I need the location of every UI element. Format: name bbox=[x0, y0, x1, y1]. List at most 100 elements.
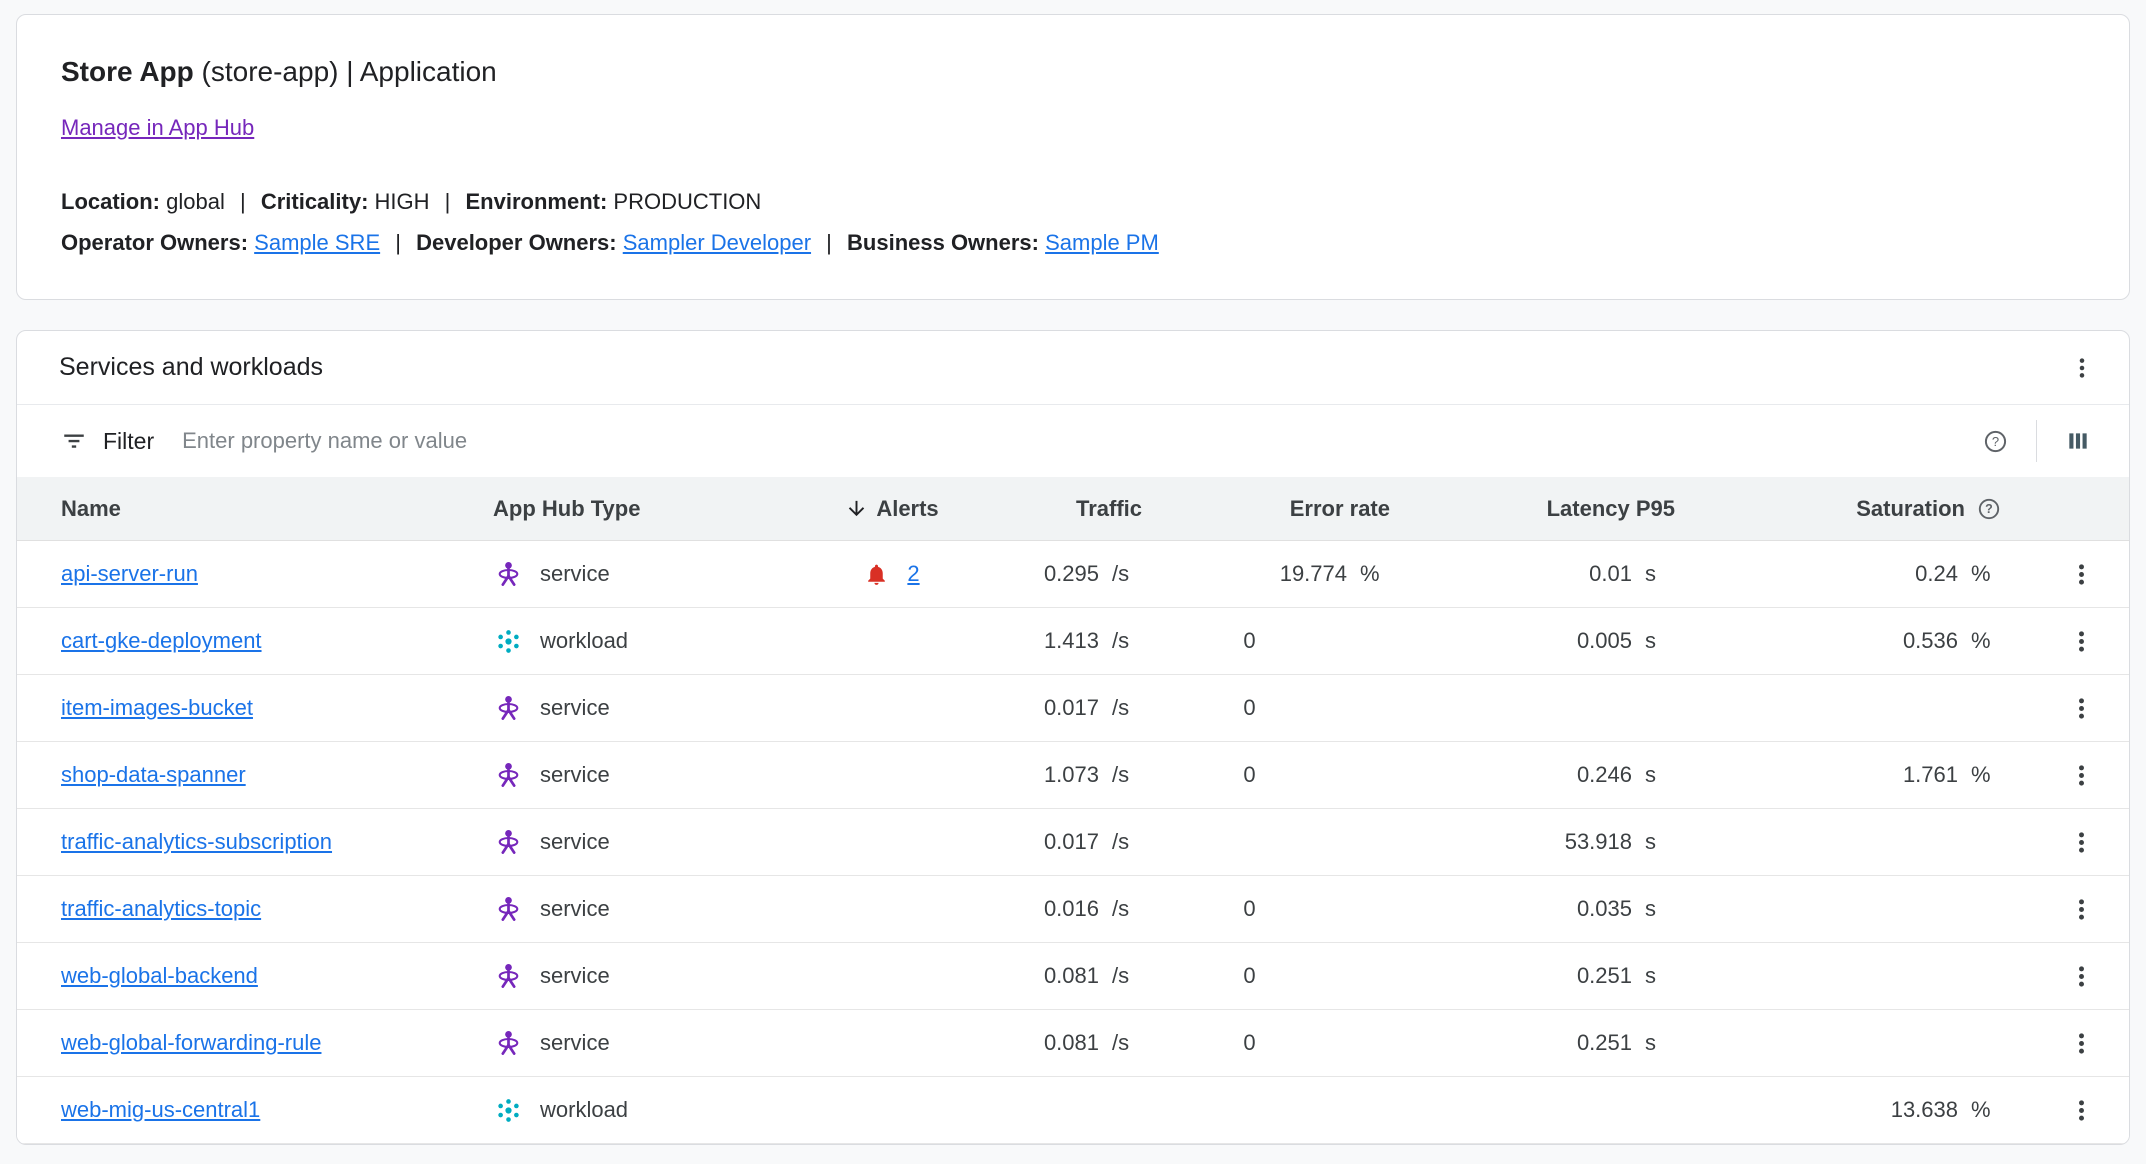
row-actions-cell bbox=[2011, 1010, 2129, 1076]
row-menu-button[interactable] bbox=[2064, 892, 2099, 927]
error-rate-cell: 0 bbox=[1152, 608, 1400, 674]
column-header-actions bbox=[2011, 477, 2129, 540]
service-icon bbox=[493, 894, 524, 925]
latency-p95-cell: 0.246s bbox=[1400, 742, 1685, 808]
column-display-options-button[interactable] bbox=[2061, 424, 2095, 458]
row-menu-button[interactable] bbox=[2064, 959, 2099, 994]
row-name-link[interactable]: web-global-backend bbox=[61, 963, 258, 989]
alerts-column-cell bbox=[807, 809, 977, 875]
saturation-cell: 13.638% bbox=[1685, 1077, 2011, 1143]
saturation-cell bbox=[1685, 876, 2011, 942]
row-name-link[interactable]: web-global-forwarding-rule bbox=[61, 1030, 321, 1056]
row-name-link[interactable]: web-mig-us-central1 bbox=[61, 1097, 260, 1123]
name-cell: item-images-bucket bbox=[17, 675, 457, 741]
latency-p95-cell: 0.251s bbox=[1400, 943, 1685, 1009]
column-header-latency-p95[interactable]: Latency P95 bbox=[1400, 477, 1685, 540]
alerts-column-cell bbox=[807, 876, 977, 942]
manage-in-app-hub-link[interactable]: Manage in App Hub bbox=[61, 115, 254, 141]
filter-help-button[interactable]: ? bbox=[1979, 425, 2012, 458]
workload-icon bbox=[493, 626, 524, 657]
panel-menu-button[interactable] bbox=[2065, 351, 2099, 385]
workload-icon bbox=[493, 1095, 524, 1126]
row-name-link[interactable]: shop-data-spanner bbox=[61, 762, 246, 788]
traffic-cell: 0.017/s bbox=[977, 809, 1152, 875]
column-header-app-hub-type[interactable]: App Hub Type bbox=[457, 477, 807, 540]
more-vertical-icon bbox=[2068, 561, 2095, 588]
more-vertical-icon bbox=[2068, 762, 2095, 789]
traffic-cell: 0.017/s bbox=[977, 675, 1152, 741]
row-name-link[interactable]: api-server-run bbox=[61, 561, 198, 587]
operator-owners-label: Operator Owners: bbox=[61, 230, 248, 255]
column-header-error-rate[interactable]: Error rate bbox=[1152, 477, 1400, 540]
column-header-alerts[interactable]: Alerts bbox=[807, 477, 977, 540]
alert-count-link[interactable]: 2 bbox=[907, 561, 919, 587]
name-cell: shop-data-spanner bbox=[17, 742, 457, 808]
row-actions-cell bbox=[2011, 541, 2129, 607]
error-rate-cell: 0 bbox=[1152, 742, 1400, 808]
panel-title: Services and workloads bbox=[59, 353, 323, 382]
error-rate-cell: 0 bbox=[1152, 675, 1400, 741]
page: Store App (store-app) | Application Mana… bbox=[0, 0, 2146, 1159]
filter-input[interactable] bbox=[182, 428, 1979, 454]
table-body: api-server-run bbox=[17, 541, 2129, 1144]
row-menu-button[interactable] bbox=[2064, 758, 2099, 793]
row-menu-button[interactable] bbox=[2064, 691, 2099, 726]
more-vertical-icon bbox=[2068, 963, 2095, 990]
row-menu-button[interactable] bbox=[2064, 825, 2099, 860]
alerts-column-cell bbox=[807, 1077, 977, 1143]
filter-icon bbox=[61, 428, 87, 454]
traffic-cell: 1.413/s bbox=[977, 608, 1152, 674]
table-row: web-mig-us-central1 bbox=[17, 1077, 2129, 1144]
app-hub-type-cell: service bbox=[457, 675, 807, 741]
traffic-cell: 0.081/s bbox=[977, 1010, 1152, 1076]
app-hub-type-label: service bbox=[540, 561, 610, 587]
more-vertical-icon bbox=[2068, 1030, 2095, 1057]
business-owners-label: Business Owners: bbox=[847, 230, 1039, 255]
row-menu-button[interactable] bbox=[2064, 1093, 2099, 1128]
traffic-cell: 0.295/s bbox=[977, 541, 1152, 607]
more-vertical-icon bbox=[2068, 829, 2095, 856]
traffic-cell: 0.016/s bbox=[977, 876, 1152, 942]
operator-owner-link[interactable]: Sample SRE bbox=[254, 230, 380, 255]
row-name-link[interactable]: item-images-bucket bbox=[61, 695, 253, 721]
developer-owners-label: Developer Owners: bbox=[416, 230, 617, 255]
row-name-link[interactable]: cart-gke-deployment bbox=[61, 628, 262, 654]
help-icon: ? bbox=[1983, 429, 2008, 454]
row-menu-button[interactable] bbox=[2064, 624, 2099, 659]
filter-label[interactable]: Filter bbox=[103, 428, 154, 455]
row-actions-cell bbox=[2011, 608, 2129, 674]
location-label: Location: bbox=[61, 189, 160, 214]
saturation-cell: 0.536% bbox=[1685, 608, 2011, 674]
help-icon[interactable]: ? bbox=[1977, 497, 2001, 521]
business-owner-link[interactable]: Sample PM bbox=[1045, 230, 1159, 255]
name-cell: web-mig-us-central1 bbox=[17, 1077, 457, 1143]
alerts-column-cell bbox=[807, 1010, 977, 1076]
app-owners-line: Operator Owners: Sample SRE | Developer … bbox=[61, 222, 2085, 263]
name-cell: web-global-forwarding-rule bbox=[17, 1010, 457, 1076]
table-row: cart-gke-deployment bbox=[17, 608, 2129, 675]
more-vertical-icon bbox=[2068, 896, 2095, 923]
table-row: traffic-analytics-topic bbox=[17, 876, 2129, 943]
latency-p95-cell: 0.005s bbox=[1400, 608, 1685, 674]
column-header-saturation[interactable]: Saturation ? bbox=[1685, 477, 2011, 540]
name-cell: traffic-analytics-subscription bbox=[17, 809, 457, 875]
alerts-column-cell bbox=[807, 742, 977, 808]
traffic-cell: 0.081/s bbox=[977, 943, 1152, 1009]
service-icon bbox=[493, 1028, 524, 1059]
saturation-cell bbox=[1685, 943, 2011, 1009]
separator: | bbox=[240, 189, 246, 214]
more-vertical-icon bbox=[2068, 1097, 2095, 1124]
row-name-link[interactable]: traffic-analytics-topic bbox=[61, 896, 261, 922]
app-hub-type-label: workload bbox=[540, 628, 628, 654]
row-actions-cell bbox=[2011, 876, 2129, 942]
row-actions-cell bbox=[2011, 1077, 2129, 1143]
row-menu-button[interactable] bbox=[2064, 557, 2099, 592]
column-header-traffic[interactable]: Traffic bbox=[977, 477, 1152, 540]
criticality-label: Criticality: bbox=[261, 189, 369, 214]
table-row: web-global-forwarding-rule bbox=[17, 1010, 2129, 1077]
column-header-name[interactable]: Name bbox=[17, 477, 457, 540]
row-menu-button[interactable] bbox=[2064, 1026, 2099, 1061]
saturation-cell: 0.24% bbox=[1685, 541, 2011, 607]
row-name-link[interactable]: traffic-analytics-subscription bbox=[61, 829, 332, 855]
developer-owner-link[interactable]: Sampler Developer bbox=[623, 230, 811, 255]
